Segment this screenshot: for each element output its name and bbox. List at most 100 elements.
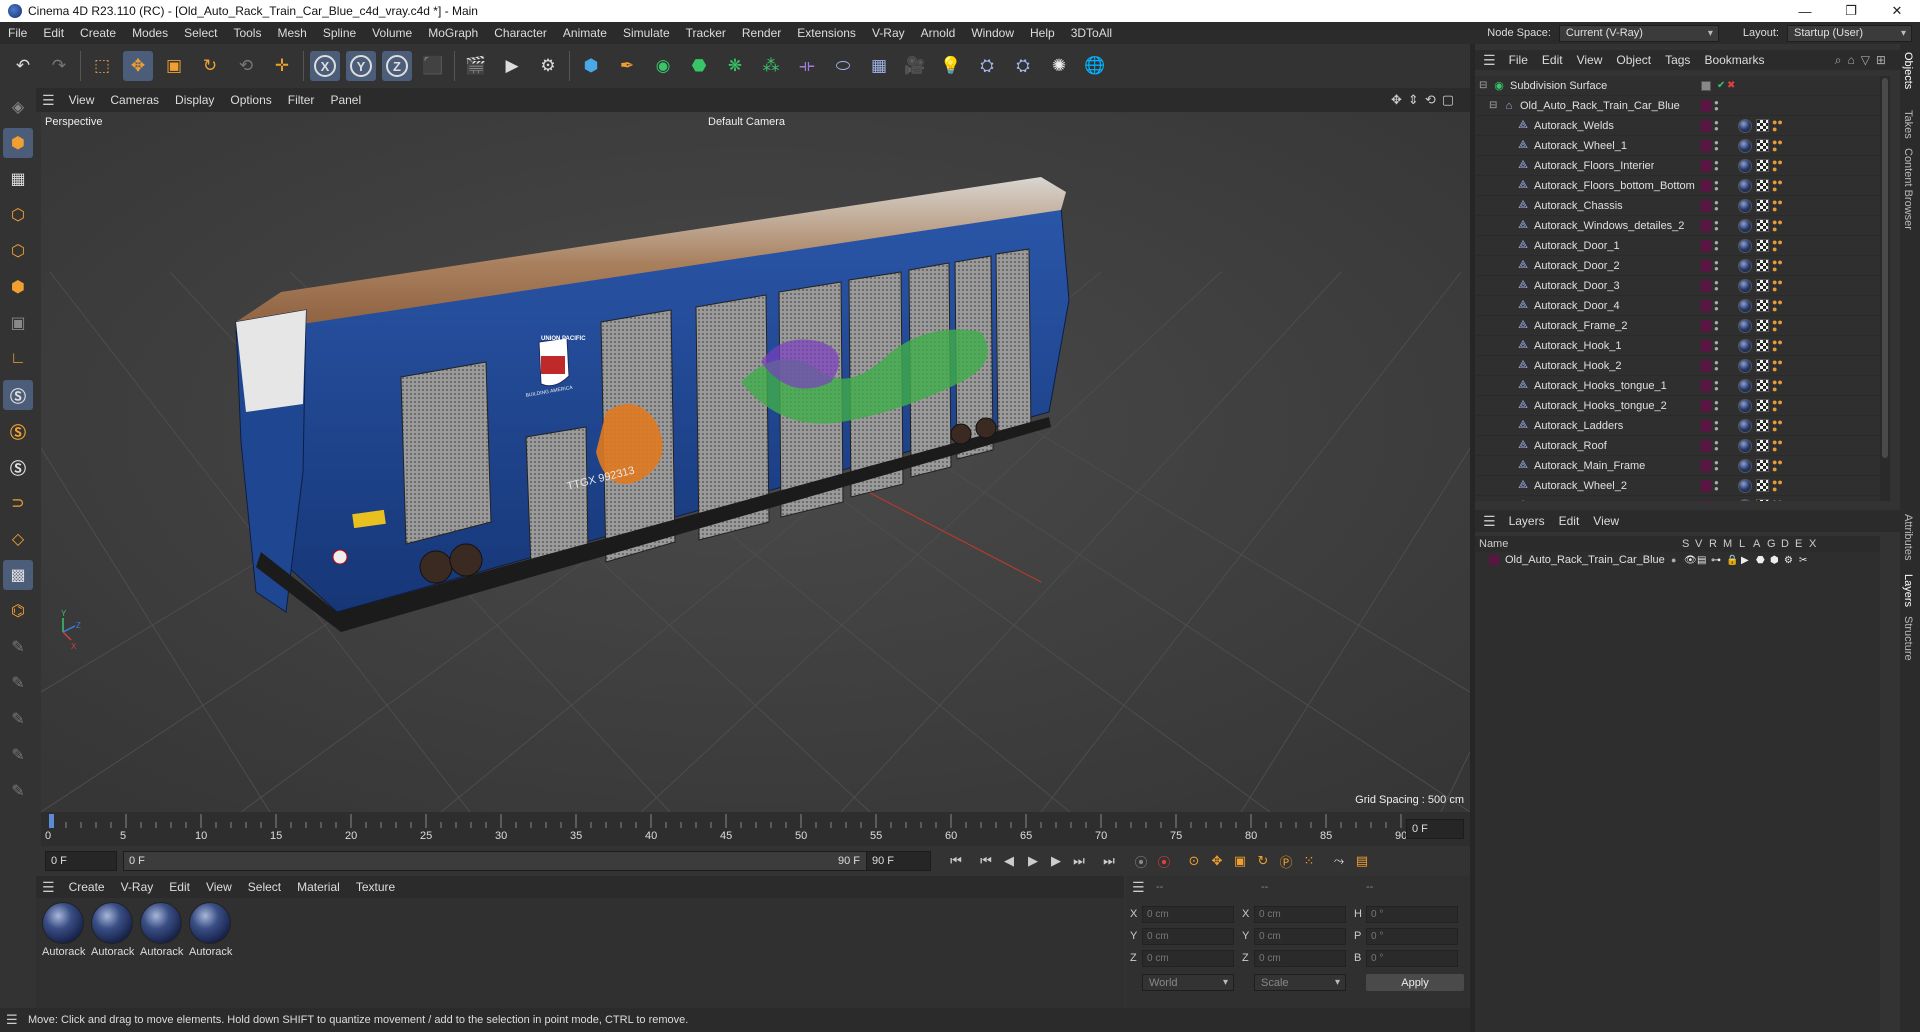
snap-button[interactable]: Ⓢ [3,380,33,410]
vray-settings-button[interactable]: ✺ [1044,51,1074,81]
vray-tag-icon[interactable]: ●●● [1772,117,1786,133]
material-tag-icon[interactable] [1738,198,1752,213]
texture-tag-icon[interactable] [1756,399,1769,412]
pos-z-field[interactable]: 0 cm [1142,950,1234,967]
menu-create[interactable]: Create [72,26,124,40]
layer-col-solo[interactable]: S [1682,538,1689,550]
texture-tag-icon[interactable] [1756,199,1769,212]
material-swatch[interactable]: Autorack [91,902,135,962]
record-button[interactable]: ⦿ [1131,851,1151,871]
brush-button[interactable]: ✎ [3,704,33,734]
keyframe-selection-button[interactable]: ⊙ [1184,851,1204,871]
object-row[interactable]: ⟁ Autorack_Hook_1 ● ● ●● ● [1475,336,1880,356]
texture-tag-icon[interactable] [1756,319,1769,332]
material-tag-icon[interactable] [1738,298,1752,313]
tab-content-browser[interactable]: Content Browser [1902,148,1914,230]
material-tag-icon[interactable] [1738,258,1752,273]
hamburger-icon[interactable]: ☰ [42,879,55,896]
vray-globe-button[interactable]: 🌐 [1080,51,1110,81]
apply-button[interactable]: Apply [1366,974,1464,991]
layer-swatch[interactable] [1701,119,1711,132]
make-editable-button[interactable]: ◈ [3,92,33,122]
texture-mode-button[interactable]: ▦ [3,164,33,194]
texture-tag-icon[interactable] [1756,299,1769,312]
tab-takes[interactable]: Takes [1902,110,1914,139]
texture-tag-icon[interactable] [1756,339,1769,352]
layer-swatch[interactable] [1701,439,1711,452]
recent-tool-button[interactable]: ⟲ [231,51,261,81]
layer-swatch[interactable] [1701,399,1711,412]
subdivision-button[interactable]: ◉ [648,51,678,81]
vray-tag-icon[interactable]: ●●● [1772,177,1786,193]
minimize-button[interactable]: — [1782,0,1828,22]
model-mode-button[interactable]: ⬢ [3,128,33,158]
coordinate-mode-dropdown[interactable]: World [1142,974,1234,991]
menu-render[interactable]: Render [734,26,789,40]
undo-button[interactable]: ↶ [8,51,38,81]
next-frame-button[interactable]: ▶ [1046,851,1066,871]
layer-swatch[interactable] [1701,359,1711,372]
vray-tag-icon[interactable]: ●●● [1772,377,1786,393]
vray-tag-icon[interactable]: ●●● [1772,317,1786,333]
hamburger-icon[interactable]: ☰ [6,1012,18,1028]
sculpt-button[interactable]: ✎ [3,668,33,698]
menu-help[interactable]: Help [1022,26,1063,40]
texture-tag-icon[interactable] [1756,159,1769,172]
maximize-button[interactable]: ❐ [1828,0,1874,22]
object-row[interactable]: ⟁ Autorack_Door_4 ● ● ●● ● [1475,296,1880,316]
rotate-tool-button[interactable]: ↻ [195,51,225,81]
viewport-perspective[interactable]: TTGX 992313 UNION PACIFIC BUILDING AMERI… [41,112,1470,812]
layer-swatch[interactable] [1701,479,1711,492]
texture-tag-icon[interactable] [1756,279,1769,292]
object-row[interactable]: ⟁ Autorack_Main_Frame ● ● ●● ● [1475,456,1880,476]
live-selection-button[interactable]: ⬚ [87,51,117,81]
viewport-camera-name[interactable]: Default Camera [708,116,785,128]
vray-tag-icon[interactable]: ●●● [1772,257,1786,273]
workplane-button[interactable]: ◇ [3,524,33,554]
menu-character[interactable]: Character [486,26,555,40]
key-scale-button[interactable]: ▣ [1230,851,1250,871]
vray-tag-icon[interactable]: ●●● [1772,397,1786,413]
layer-swatch[interactable] [1701,379,1711,392]
material-tag-icon[interactable] [1738,118,1752,133]
key-pla-button[interactable]: ⁙ [1299,851,1319,871]
object-row[interactable]: ⟁ Autorack_Wheel_2 ● ● ●● ● [1475,476,1880,496]
disable-x-icon[interactable]: ✖ [1727,80,1735,91]
object-row-subdivision[interactable]: ⊟ ◉ Subdivision Surface ✔ ✖ [1475,76,1880,96]
go-to-start-button[interactable]: ⏮ [946,851,966,871]
menu-modes[interactable]: Modes [124,26,176,40]
object-row[interactable]: ⟁ Autorack_Wheel_1 ● ● ●● ● [1475,136,1880,156]
layer-col-view[interactable]: V [1695,538,1702,550]
layer-swatch[interactable] [1701,199,1711,212]
visibility-dots-icon[interactable]: ●● [1714,158,1720,172]
xref-icon[interactable]: ✂ [1799,555,1807,566]
lock-icon[interactable]: 🔒 [1726,555,1738,566]
next-key-button[interactable]: ⏭ [1069,851,1089,871]
render-settings-button[interactable]: ⚙ [533,51,563,81]
material-swatch[interactable]: Autorack [42,902,86,962]
visibility-dots-icon[interactable]: ●● [1714,438,1720,452]
texture-tag-icon[interactable] [1756,259,1769,272]
object-row-group[interactable]: ⊟ ⌂ Old_Auto_Rack_Train_Car_Blue ● ● [1475,96,1880,116]
texture-tag-icon[interactable] [1756,459,1769,472]
python-button[interactable]: ⛭ [972,51,1002,81]
timeline-current-frame-field[interactable]: 0 F [1406,819,1464,839]
vray-tag-icon[interactable]: ●●● [1772,417,1786,433]
menu-extensions[interactable]: Extensions [789,26,864,40]
viewport-menu-options[interactable]: Options [222,93,279,107]
render-clapboard-icon[interactable]: ▤ [1697,555,1706,566]
viewport-menu-view[interactable]: View [61,93,103,107]
visibility-dots-icon[interactable]: ●● [1714,258,1720,272]
visibility-dots-icon[interactable]: ●● [1714,318,1720,332]
smooth-button[interactable]: ✎ [3,740,33,770]
layer-col-animation[interactable]: A [1753,538,1760,550]
tab-attributes[interactable]: Attributes [1902,514,1914,560]
vray-tag-icon[interactable]: ●●● [1772,457,1786,473]
hamburger-icon[interactable]: ☰ [42,92,55,109]
size-x-field[interactable]: 0 cm [1254,906,1346,923]
material-tag-icon[interactable] [1738,338,1752,353]
vray-tag-icon[interactable]: ●●● [1772,297,1786,313]
viewport-menu-filter[interactable]: Filter [280,93,323,107]
vray-tag-icon[interactable]: ●●● [1772,217,1786,233]
deformer-icon[interactable]: ⬢ [1770,555,1779,566]
